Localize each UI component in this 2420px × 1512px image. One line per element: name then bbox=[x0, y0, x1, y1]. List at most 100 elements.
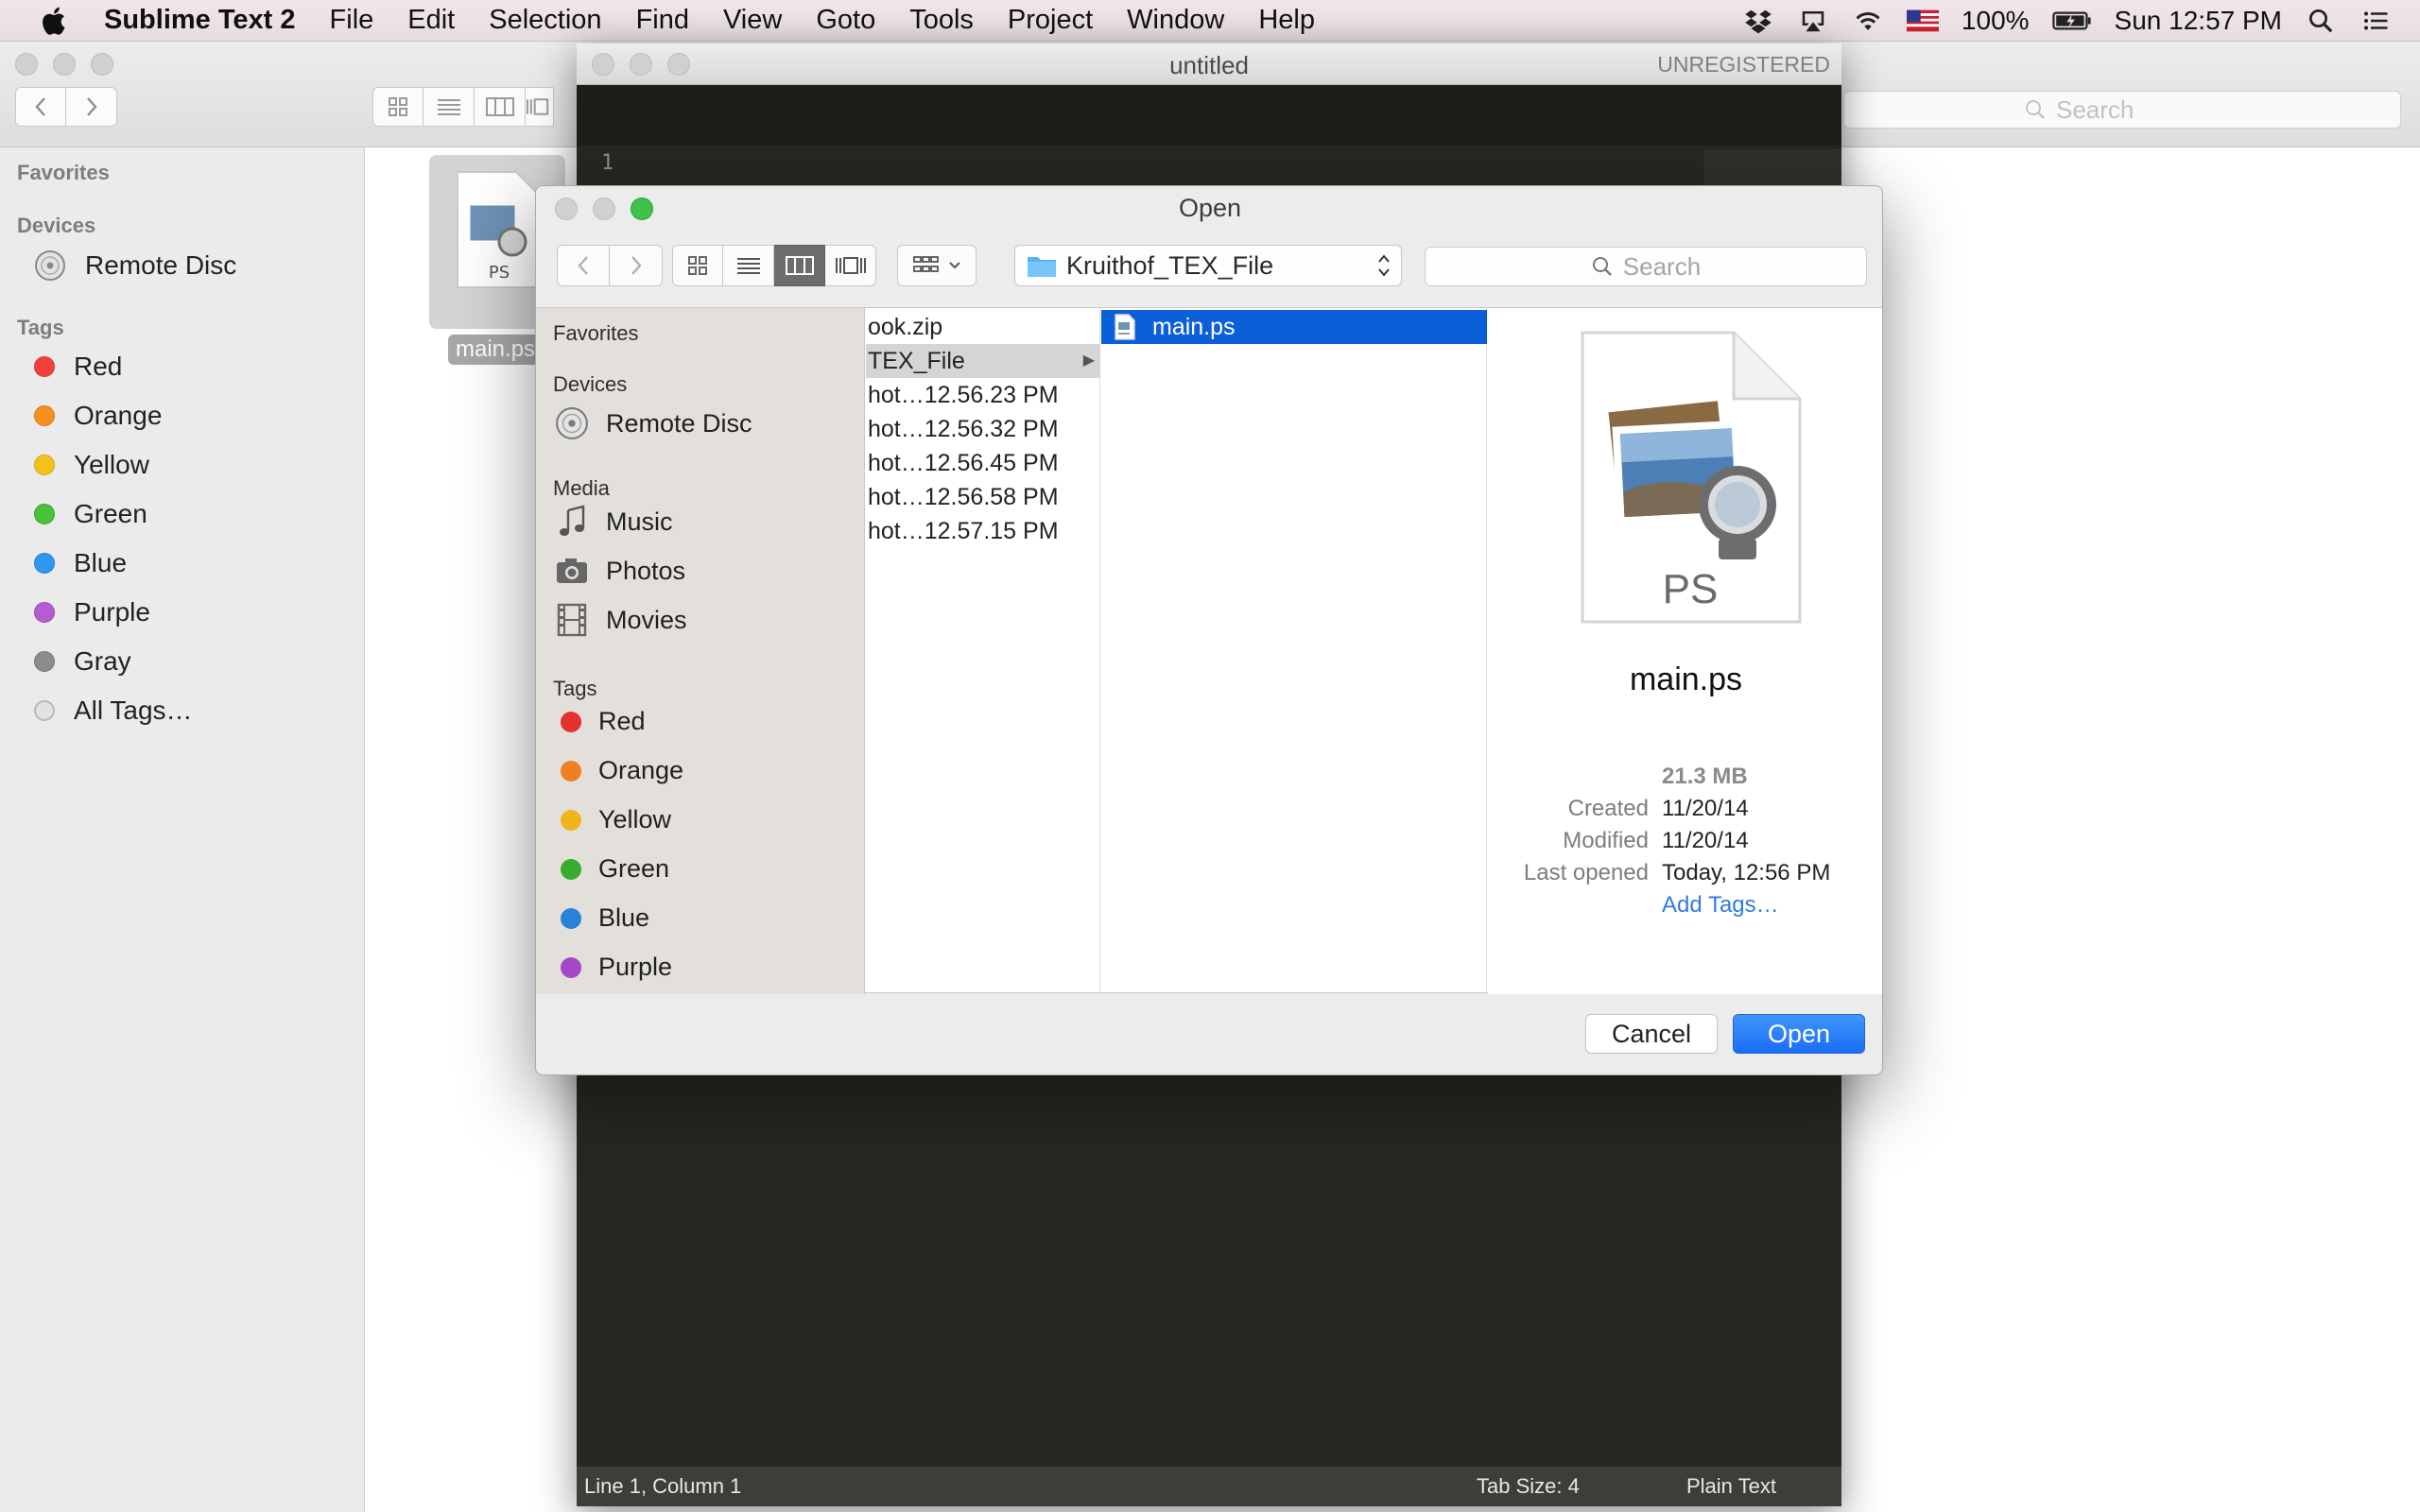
minimap[interactable] bbox=[1703, 149, 1841, 187]
sidebar-tag-red[interactable]: Red bbox=[34, 352, 122, 382]
battery-percent[interactable]: 100% bbox=[1962, 6, 2030, 36]
menu-window[interactable]: Window bbox=[1127, 5, 1224, 36]
sidebar-tag-gray[interactable]: Gray bbox=[34, 646, 131, 677]
columns-icon bbox=[785, 256, 814, 275]
finder-search-field[interactable]: Search bbox=[1843, 91, 2401, 129]
disc-icon bbox=[556, 407, 588, 439]
location-popup[interactable]: Kruithof_TEX_File bbox=[1014, 245, 1402, 286]
open-button[interactable]: Open bbox=[1733, 1014, 1865, 1054]
zoom-button[interactable] bbox=[91, 53, 113, 76]
devices-heading: Devices bbox=[17, 214, 96, 237]
sidebar-tag-yellow[interactable]: Yellow bbox=[34, 450, 149, 480]
sidebar-tag-yellow[interactable]: Yellow bbox=[561, 805, 671, 834]
add-tags-link[interactable]: Add Tags… bbox=[1662, 892, 1779, 919]
dropbox-icon[interactable] bbox=[1742, 7, 1774, 35]
sidebar-tag-green[interactable]: Green bbox=[561, 854, 669, 884]
list-item[interactable]: ook.zip bbox=[866, 310, 1100, 344]
forward-button[interactable] bbox=[610, 245, 663, 286]
cover-flow-view-button[interactable] bbox=[825, 245, 876, 286]
sidebar-tag-blue[interactable]: Blue bbox=[561, 903, 649, 933]
sidebar-item-photos[interactable]: Photos bbox=[555, 554, 685, 588]
cover-flow-icon bbox=[835, 257, 866, 274]
sidebar-tag-purple[interactable]: Purple bbox=[561, 953, 672, 982]
icon-view-button[interactable] bbox=[672, 245, 723, 286]
menu-find[interactable]: Find bbox=[636, 5, 689, 36]
menu-project[interactable]: Project bbox=[1008, 5, 1093, 36]
sidebar-item-label: Orange bbox=[598, 756, 684, 784]
sidebar-tag-green[interactable]: Green bbox=[34, 499, 147, 529]
preview-file-size: 21.3 MB bbox=[1662, 764, 1748, 789]
minimize-button[interactable] bbox=[53, 53, 76, 76]
list-item[interactable]: hot…12.57.15 PM bbox=[866, 514, 1100, 548]
list-item-selected-file[interactable]: main.ps bbox=[1101, 310, 1487, 344]
back-button[interactable] bbox=[15, 87, 66, 127]
cover-flow-view-button[interactable] bbox=[526, 87, 554, 127]
media-heading: Media bbox=[553, 476, 610, 500]
status-menus: 100% Sun 12:57 PM bbox=[1742, 0, 2392, 42]
created-label: Created bbox=[1567, 796, 1649, 821]
modified-label: Modified bbox=[1563, 828, 1649, 853]
arrange-button[interactable] bbox=[897, 245, 977, 286]
sidebar-item-music[interactable]: Music bbox=[555, 505, 673, 539]
column-view-button[interactable] bbox=[774, 245, 825, 286]
forward-button[interactable] bbox=[66, 87, 117, 127]
menu-goto[interactable]: Goto bbox=[816, 5, 875, 36]
arrange-menu[interactable] bbox=[897, 245, 977, 286]
sidebar-tag-blue[interactable]: Blue bbox=[34, 548, 127, 578]
sidebar-item-movies[interactable]: Movies bbox=[555, 603, 687, 637]
menu-edit[interactable]: Edit bbox=[407, 5, 455, 36]
wifi-icon[interactable] bbox=[1852, 7, 1884, 35]
notification-center-icon[interactable] bbox=[2360, 7, 2392, 35]
sidebar-item-remote-disc[interactable]: Remote Disc bbox=[34, 249, 236, 282]
close-button[interactable] bbox=[15, 53, 38, 76]
airplay-icon[interactable] bbox=[1797, 7, 1829, 35]
devices-heading: Devices bbox=[553, 372, 628, 396]
list-item[interactable]: hot…12.56.58 PM bbox=[866, 480, 1100, 514]
sidebar-tag-orange[interactable]: Orange bbox=[34, 401, 162, 431]
up-down-arrows-icon bbox=[1378, 254, 1390, 277]
sidebar-all-tags[interactable]: All Tags… bbox=[34, 696, 193, 726]
list-item[interactable]: hot…12.56.32 PM bbox=[866, 412, 1100, 446]
list-view-button[interactable] bbox=[424, 87, 475, 127]
postscript-document-icon: PS bbox=[1581, 331, 1802, 624]
finder-file-label[interactable]: main.ps bbox=[448, 335, 544, 365]
arrange-grid-icon bbox=[913, 256, 939, 272]
icon-view-button[interactable] bbox=[372, 87, 424, 127]
dialog-sidebar[interactable]: Favorites Devices Remote Disc Media Musi… bbox=[536, 308, 865, 994]
syntax-mode[interactable]: Plain Text bbox=[1686, 1474, 1776, 1499]
menu-help[interactable]: Help bbox=[1258, 5, 1315, 36]
list-item-selected-folder[interactable]: TEX_File ▶ bbox=[866, 344, 1100, 378]
apple-icon[interactable] bbox=[38, 4, 72, 38]
preview-file-name: main.ps bbox=[1629, 662, 1743, 697]
clock[interactable]: Sun 12:57 PM bbox=[2115, 6, 2282, 36]
menu-bar: Sublime Text 2 File Edit Selection Find … bbox=[0, 0, 2420, 42]
postscript-document-icon: PS bbox=[457, 171, 542, 288]
column-view-button[interactable] bbox=[475, 87, 526, 127]
green-tag-icon bbox=[34, 504, 55, 524]
menu-view[interactable]: View bbox=[723, 5, 782, 36]
list-item[interactable]: hot…12.56.45 PM bbox=[866, 446, 1100, 480]
sidebar-tag-orange[interactable]: Orange bbox=[561, 756, 683, 785]
menu-app-name[interactable]: Sublime Text 2 bbox=[104, 5, 296, 36]
flag-us-icon[interactable] bbox=[1906, 7, 1939, 35]
battery-icon[interactable] bbox=[2051, 7, 2092, 35]
list-view-button[interactable] bbox=[723, 245, 774, 286]
menu-selection[interactable]: Selection bbox=[489, 5, 601, 36]
cancel-button[interactable]: Cancel bbox=[1585, 1014, 1718, 1054]
sidebar-item-label: Music bbox=[606, 507, 673, 536]
sidebar-item-remote-disc[interactable]: Remote Disc bbox=[555, 406, 752, 440]
menu-tools[interactable]: Tools bbox=[909, 5, 974, 36]
menu-file[interactable]: File bbox=[330, 5, 374, 36]
spotlight-search-icon[interactable] bbox=[2305, 7, 2337, 35]
dialog-search-field[interactable]: Search bbox=[1425, 247, 1867, 286]
finder-sidebar: Favorites Devices Remote Disc Tags Red O… bbox=[0, 147, 365, 1512]
back-button[interactable] bbox=[557, 245, 610, 286]
last-opened-value: Today, 12:56 PM bbox=[1662, 860, 1831, 885]
music-note-icon bbox=[560, 505, 585, 536]
chevron-left-icon bbox=[578, 256, 588, 275]
list-item[interactable]: hot…12.56.23 PM bbox=[866, 378, 1100, 412]
sidebar-tag-red[interactable]: Red bbox=[561, 707, 646, 736]
tab-size[interactable]: Tab Size: 4 bbox=[1477, 1474, 1580, 1499]
tab-bar bbox=[577, 85, 1841, 146]
sidebar-tag-purple[interactable]: Purple bbox=[34, 597, 150, 627]
